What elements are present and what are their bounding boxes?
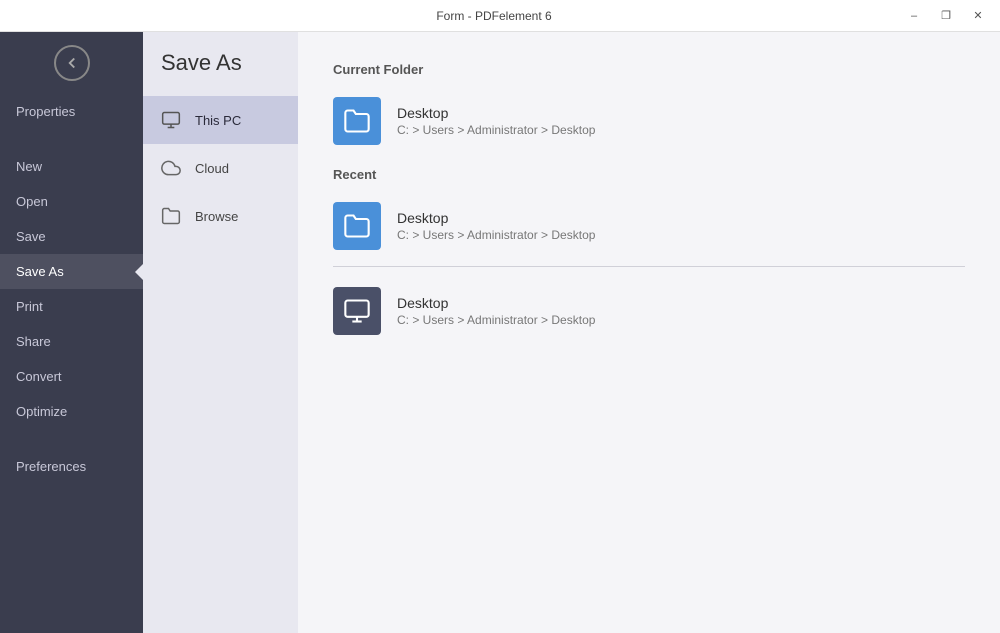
app-title: Form - PDFelement 6 [88, 9, 900, 23]
sidebar-item-new[interactable]: New [0, 149, 143, 184]
folder-open-icon [159, 204, 183, 228]
sidebar-item-save-as[interactable]: Save As [0, 254, 143, 289]
recent-divider [333, 266, 965, 267]
window-controls: – ❐ ✕ [900, 6, 992, 26]
sidebar-item-properties[interactable]: Properties [0, 94, 143, 129]
sidebar-item-convert[interactable]: Convert [0, 359, 143, 394]
sidebar-item-share[interactable]: Share [0, 324, 143, 359]
cloud-icon [159, 156, 183, 180]
recent-label: Recent [333, 167, 965, 182]
save-as-panel: Save As This PC Cloud [143, 32, 298, 633]
sidebar-item-optimize[interactable]: Optimize [0, 394, 143, 429]
sidebar-item-preferences[interactable]: Preferences [0, 449, 143, 484]
sidebar-nav: Properties New Open Save Save As Print [0, 94, 143, 633]
app-body: Properties New Open Save Save As Print [0, 32, 1000, 633]
minimize-button[interactable]: – [900, 6, 928, 26]
recent-item-0[interactable]: Desktop C: > Users > Administrator > Des… [333, 196, 965, 256]
recent-item-path-1: C: > Users > Administrator > Desktop [397, 313, 595, 327]
restore-button[interactable]: ❐ [932, 6, 960, 26]
recent-section: Recent Desktop C: > Users > Administrato… [333, 167, 965, 341]
main-content: Current Folder Desktop C: > Users > Admi… [298, 32, 1000, 633]
recent-folder-icon-1 [333, 287, 381, 335]
recent-item-name-1: Desktop [397, 295, 595, 311]
current-folder-item[interactable]: Desktop C: > Users > Administrator > Des… [333, 91, 965, 151]
back-circle-icon [54, 45, 90, 81]
back-button[interactable] [0, 32, 143, 94]
current-folder-info: Desktop C: > Users > Administrator > Des… [397, 105, 595, 137]
recent-item-1[interactable]: Desktop C: > Users > Administrator > Des… [333, 281, 965, 341]
sidebar-item-open[interactable]: Open [0, 184, 143, 219]
sidebar: Properties New Open Save Save As Print [0, 32, 143, 633]
title-bar: Form - PDFelement 6 – ❐ ✕ [0, 0, 1000, 32]
sidebar-item-save[interactable]: Save [0, 219, 143, 254]
recent-item-path-0: C: > Users > Administrator > Desktop [397, 228, 595, 242]
monitor-icon [159, 108, 183, 132]
current-folder-path: C: > Users > Administrator > Desktop [397, 123, 595, 137]
current-folder-name: Desktop [397, 105, 595, 121]
recent-item-name-0: Desktop [397, 210, 595, 226]
save-nav-browse[interactable]: Browse [143, 192, 298, 240]
recent-item-info-1: Desktop C: > Users > Administrator > Des… [397, 295, 595, 327]
current-folder-label: Current Folder [333, 62, 965, 77]
close-button[interactable]: ✕ [964, 6, 992, 26]
sidebar-item-print[interactable]: Print [0, 289, 143, 324]
current-folder-icon [333, 97, 381, 145]
recent-item-info-0: Desktop C: > Users > Administrator > Des… [397, 210, 595, 242]
save-nav-this-pc[interactable]: This PC [143, 96, 298, 144]
recent-folder-icon-0 [333, 202, 381, 250]
save-nav-cloud[interactable]: Cloud [143, 144, 298, 192]
save-as-title: Save As [143, 32, 298, 96]
